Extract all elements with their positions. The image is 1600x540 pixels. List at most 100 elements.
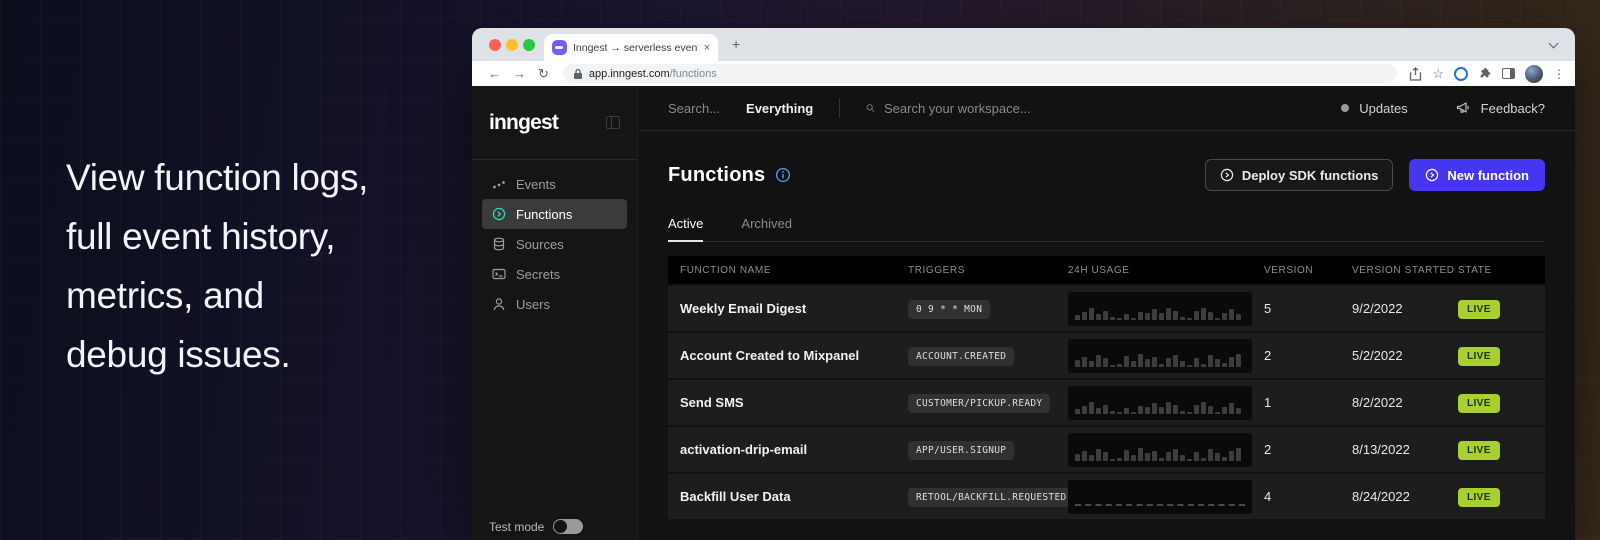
table-row[interactable]: Backfill User Data RETOOL/BACKFILL.REQUE… xyxy=(668,474,1545,519)
extensions-puzzle-icon[interactable] xyxy=(1478,67,1492,81)
topbar-right: Updates Feedback? xyxy=(1341,101,1545,116)
browser-window: Inngest → serverless event-dri × + ← → ↻… xyxy=(472,28,1575,540)
info-icon[interactable] xyxy=(775,167,791,183)
tab-search-chevron-icon[interactable] xyxy=(1549,39,1559,49)
back-icon[interactable]: ← xyxy=(488,67,501,80)
new-function-button[interactable]: New function xyxy=(1409,159,1545,191)
url-path: /functions xyxy=(670,68,717,80)
sidebar-item-functions[interactable]: Functions xyxy=(482,199,627,229)
column-header: STATE xyxy=(1458,265,1545,276)
onepassword-extension-icon[interactable] xyxy=(1454,67,1468,81)
function-name[interactable]: activation-drip-email xyxy=(668,442,908,457)
workspace-search-input[interactable] xyxy=(884,101,1104,116)
deploy-button-label: Deploy SDK functions xyxy=(1242,168,1379,183)
usage-sparkline xyxy=(1068,386,1252,420)
sidebar-logo-section: inngest xyxy=(472,86,637,160)
deploy-sdk-functions-button[interactable]: Deploy SDK functions xyxy=(1205,159,1394,191)
test-mode-control: Test mode xyxy=(489,519,583,534)
side-panel-icon[interactable] xyxy=(1502,68,1515,79)
trigger-badge: ACCOUNT.CREATED xyxy=(908,347,1014,366)
inngest-app: inngest Events Functions xyxy=(472,86,1575,540)
sidebar-item-secrets[interactable]: Secrets xyxy=(482,259,627,289)
search-scope-everything[interactable]: Everything xyxy=(746,101,813,116)
state-badge: LIVE xyxy=(1458,347,1500,366)
main-area: Search... Everything Updates xyxy=(638,86,1575,540)
profile-avatar[interactable] xyxy=(1525,65,1543,83)
browser-toolbar: ← → ↻ app.inngest.com/functions ☆ ⋮ xyxy=(472,61,1575,86)
tab-close-icon[interactable]: × xyxy=(704,42,710,54)
megaphone-icon xyxy=(1456,101,1471,115)
bookmark-star-icon[interactable]: ☆ xyxy=(1432,66,1444,82)
table-row[interactable]: Weekly Email Digest 0 9 * * MON 5 9/2/20… xyxy=(668,286,1545,331)
state-badge: LIVE xyxy=(1458,441,1500,460)
traffic-light-zoom[interactable] xyxy=(523,39,535,51)
functions-icon xyxy=(492,207,506,221)
sidebar-item-events[interactable]: Events xyxy=(482,169,627,199)
search-label[interactable]: Search... xyxy=(668,101,720,116)
browser-menu-icon[interactable]: ⋮ xyxy=(1553,67,1565,81)
trigger-badge: 0 9 * * MON xyxy=(908,300,990,319)
trigger-badge: RETOOL/BACKFILL.REQUESTED xyxy=(908,488,1075,507)
hero-text: View function logs, full event history, … xyxy=(66,148,368,384)
sidebar-item-users[interactable]: Users xyxy=(482,289,627,319)
table-body: Weekly Email Digest 0 9 * * MON 5 9/2/20… xyxy=(668,286,1545,519)
usage-sparkline xyxy=(1068,433,1252,467)
version-started-date: 8/13/2022 xyxy=(1352,442,1458,457)
test-mode-label: Test mode xyxy=(489,520,544,534)
usage-sparkline xyxy=(1068,292,1252,326)
collapse-sidebar-icon[interactable] xyxy=(606,116,620,129)
toolbar-right-icons: ☆ ⋮ xyxy=(1409,65,1565,83)
table-row[interactable]: activation-drip-email APP/USER.SIGNUP 2 … xyxy=(668,427,1545,472)
sidebar-item-label: Functions xyxy=(516,207,572,222)
users-icon xyxy=(492,297,506,311)
new-function-icon xyxy=(1425,168,1439,182)
sidebar-item-sources[interactable]: Sources xyxy=(482,229,627,259)
table-row[interactable]: Send SMS CUSTOMER/PICKUP.READY 1 8/2/202… xyxy=(668,380,1545,425)
feedback-link[interactable]: Feedback? xyxy=(1481,101,1545,116)
table-row[interactable]: Account Created to Mixpanel ACCOUNT.CREA… xyxy=(668,333,1545,378)
usage-sparkline xyxy=(1068,339,1252,373)
column-header: FUNCTION NAME xyxy=(668,265,908,276)
app-topbar: Search... Everything Updates xyxy=(638,86,1575,131)
browser-tabstrip: Inngest → serverless event-dri × + xyxy=(472,28,1575,61)
forward-icon[interactable]: → xyxy=(513,67,526,80)
new-tab-button[interactable]: + xyxy=(732,36,740,52)
url-domain: app.inngest.com xyxy=(589,68,670,80)
hero-line: debug issues. xyxy=(66,325,368,384)
traffic-light-minimize[interactable] xyxy=(506,39,518,51)
updates-link[interactable]: Updates xyxy=(1359,101,1407,116)
function-name[interactable]: Backfill User Data xyxy=(668,489,908,504)
browser-tab[interactable]: Inngest → serverless event-dri × xyxy=(544,34,718,61)
function-name[interactable]: Send SMS xyxy=(668,395,908,410)
events-icon xyxy=(492,177,506,191)
version-started-date: 8/24/2022 xyxy=(1352,489,1458,504)
sidebar-item-label: Secrets xyxy=(516,267,560,282)
updates-dot-icon xyxy=(1341,104,1349,112)
page-title: Functions xyxy=(668,164,765,187)
deploy-icon xyxy=(1220,168,1234,182)
tab-active[interactable]: Active xyxy=(668,216,703,242)
sources-icon xyxy=(492,237,506,251)
url-bar[interactable]: app.inngest.com/functions xyxy=(563,64,1397,83)
share-icon[interactable] xyxy=(1409,67,1422,81)
version-started-date: 5/2/2022 xyxy=(1352,348,1458,363)
reload-icon[interactable]: ↻ xyxy=(538,67,549,80)
traffic-light-close[interactable] xyxy=(489,39,501,51)
test-mode-toggle[interactable] xyxy=(553,519,583,534)
tab-title: Inngest → serverless event-dri xyxy=(573,42,698,54)
version-started-date: 8/2/2022 xyxy=(1352,395,1458,410)
function-name[interactable]: Weekly Email Digest xyxy=(668,301,908,316)
sidebar-nav: Events Functions Sources xyxy=(472,160,637,319)
function-name[interactable]: Account Created to Mixpanel xyxy=(668,348,908,363)
state-badge: LIVE xyxy=(1458,394,1500,413)
workspace-search[interactable] xyxy=(866,101,1104,116)
column-header: 24H USAGE xyxy=(1068,265,1264,276)
column-header: VERSION xyxy=(1264,265,1352,276)
url-text: app.inngest.com/functions xyxy=(589,68,717,80)
hero-line: metrics, and xyxy=(66,266,368,325)
function-tabs: Active Archived xyxy=(668,216,1545,242)
sidebar-item-label: Sources xyxy=(516,237,564,252)
search-icon xyxy=(866,102,875,114)
tab-archived[interactable]: Archived xyxy=(741,216,792,241)
inngest-logo: inngest xyxy=(489,111,558,135)
